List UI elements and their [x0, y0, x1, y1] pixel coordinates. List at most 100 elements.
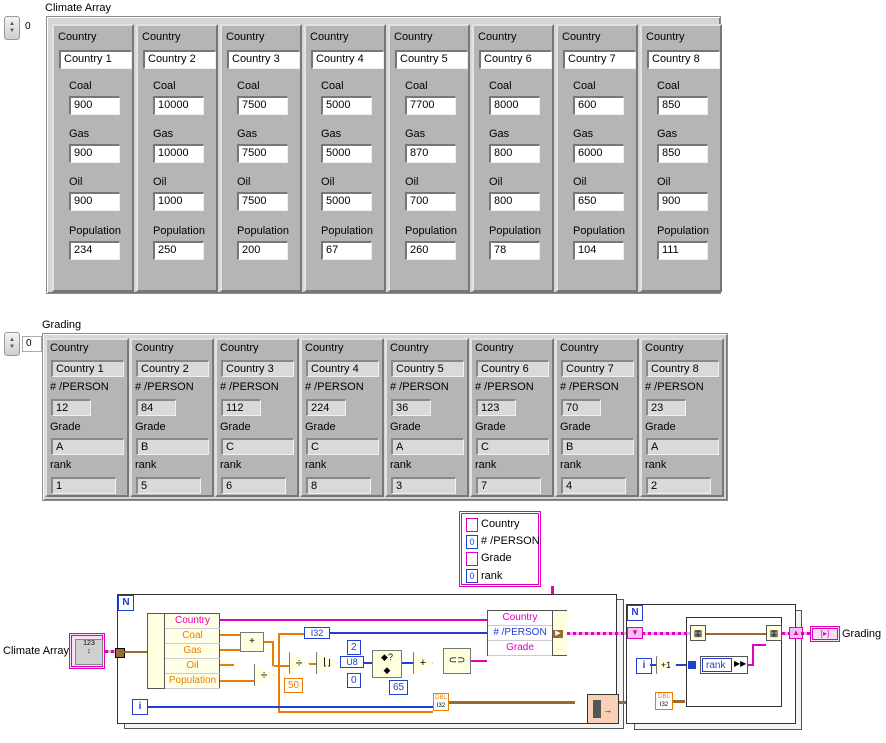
population-field[interactable]: 250: [153, 241, 204, 260]
replace-array-node[interactable]: ▦: [766, 625, 782, 641]
to-char-node[interactable]: ⊂⊃: [443, 648, 471, 674]
grade-indicator: C: [306, 438, 379, 455]
gas-field[interactable]: 5000: [321, 144, 372, 163]
index-value[interactable]: 0: [22, 20, 42, 36]
const-2[interactable]: 2: [347, 640, 361, 655]
cluster-constant-grade: Grade: [481, 552, 512, 564]
iteration-terminal[interactable]: i: [132, 699, 148, 715]
country-field[interactable]: Country 6: [479, 50, 552, 69]
bundle-rank-node[interactable]: rank ▶▶: [700, 656, 748, 674]
population-field[interactable]: 78: [489, 241, 540, 260]
country-label: Country: [220, 342, 259, 354]
population-label: Population: [489, 225, 541, 237]
index-spinner[interactable]: ▲ ▼: [4, 16, 20, 40]
gas-field[interactable]: 800: [489, 144, 540, 163]
grade-indicator: C: [221, 438, 294, 455]
population-field[interactable]: 200: [237, 241, 288, 260]
oil-label: Oil: [405, 176, 419, 188]
coal-field[interactable]: 850: [657, 96, 708, 115]
oil-field[interactable]: 900: [69, 192, 120, 211]
rank-indicator: 7: [476, 477, 541, 494]
coal-field[interactable]: 7700: [405, 96, 456, 115]
country-field[interactable]: Country 4: [311, 50, 384, 69]
coal-field[interactable]: 7500: [237, 96, 288, 115]
coal-field[interactable]: 10000: [153, 96, 204, 115]
population-label: Population: [657, 225, 709, 237]
grading-terminal[interactable]: [▸]: [810, 626, 840, 642]
gas-field[interactable]: 900: [69, 144, 120, 163]
rank-indicator: 6: [221, 477, 286, 494]
const-50[interactable]: 50: [284, 678, 304, 693]
per-person-wire: [330, 632, 487, 634]
unbundle-field: Gas: [165, 644, 220, 659]
population-label: Population: [321, 225, 373, 237]
grading-label: Grading: [42, 319, 82, 331]
country-field[interactable]: Country 7: [563, 50, 636, 69]
grade-label: Grade: [560, 421, 591, 433]
oil-field[interactable]: 5000: [321, 192, 372, 211]
population-field[interactable]: 260: [405, 241, 456, 260]
cluster-constant[interactable]: Country 0 # /PERSON Grade 0 rank: [459, 511, 541, 587]
gas-field[interactable]: 850: [657, 144, 708, 163]
grading-cluster: Country Country 4 # /PERSON 224 Grade Crank 8: [300, 338, 384, 497]
population-field[interactable]: 111: [657, 241, 708, 260]
wire: [642, 632, 690, 635]
oil-field[interactable]: 700: [405, 192, 456, 211]
country-label: Country: [58, 31, 97, 43]
to-dbl-node-1[interactable]: DBL I32: [433, 693, 449, 711]
to-dbl-node-2[interactable]: DBL I32: [655, 692, 673, 710]
grading-cluster: Country Country 5 # /PERSON 36 Grade Arank 3: [385, 338, 469, 497]
grading-terminal-label: Grading: [842, 628, 882, 640]
wire: [673, 700, 685, 703]
compound-add-node[interactable]: +: [240, 632, 264, 652]
in-range-coerce-node[interactable]: ◆? ◆: [372, 650, 402, 678]
wire: [274, 665, 289, 667]
population-field[interactable]: 234: [69, 241, 120, 260]
coal-field[interactable]: 600: [573, 96, 624, 115]
country-field[interactable]: Country 5: [395, 50, 468, 69]
per-person-label: # /PERSON: [305, 381, 364, 393]
oil-field[interactable]: 800: [489, 192, 540, 211]
country-field[interactable]: Country 8: [647, 50, 720, 69]
unbundle-by-name[interactable]: Country Coal Gas Oil Population: [147, 613, 220, 689]
loop-count-terminal[interactable]: N: [118, 595, 134, 611]
climate-array-index[interactable]: ▲ ▼ 0: [4, 16, 42, 40]
oil-field[interactable]: 650: [573, 192, 624, 211]
grading-cluster: Country Country 2 # /PERSON 84 Grade Brank 5: [130, 338, 214, 497]
to-u8-node[interactable]: U8: [340, 656, 364, 668]
country-indicator: Country 1: [51, 360, 124, 377]
country-field[interactable]: Country 1: [59, 50, 132, 69]
loop-count-terminal[interactable]: N: [627, 605, 643, 621]
const-65[interactable]: 65: [389, 680, 409, 695]
gas-field[interactable]: 870: [405, 144, 456, 163]
shift-register-left[interactable]: ▼: [627, 627, 643, 639]
index-array-node[interactable]: ▦: [690, 625, 706, 641]
country-field[interactable]: Country 3: [227, 50, 300, 69]
population-wire: [220, 680, 254, 682]
index-spinner[interactable]: ▲ ▼: [4, 332, 20, 356]
climate-cluster: Country Country 7 Coal 600 Gas 6000 Oil 650 Popu…: [556, 24, 638, 292]
index-value[interactable]: 0: [22, 336, 42, 352]
gas-field[interactable]: 7500: [237, 144, 288, 163]
per-person-label: # /PERSON: [560, 381, 619, 393]
coal-field[interactable]: 900: [69, 96, 120, 115]
gas-field[interactable]: 6000: [573, 144, 624, 163]
oil-field[interactable]: 1000: [153, 192, 204, 211]
to-i32-node[interactable]: I32: [304, 627, 330, 639]
country-label: Country: [226, 31, 265, 43]
oil-field[interactable]: 900: [657, 192, 708, 211]
grading-index[interactable]: ▲ ▼ 0: [4, 332, 42, 356]
sort-array-node[interactable]: →: [587, 694, 619, 724]
country-field[interactable]: Country 2: [143, 50, 216, 69]
climate-array-terminal[interactable]: 123 ↕: [69, 633, 105, 669]
iteration-terminal[interactable]: i: [636, 658, 652, 674]
coal-field[interactable]: 5000: [321, 96, 372, 115]
oil-field[interactable]: 7500: [237, 192, 288, 211]
population-field[interactable]: 67: [321, 241, 372, 260]
gas-field[interactable]: 10000: [153, 144, 204, 163]
population-field[interactable]: 104: [573, 241, 624, 260]
coal-field[interactable]: 8000: [489, 96, 540, 115]
const-0[interactable]: 0: [347, 673, 361, 688]
coal-label: Coal: [657, 80, 680, 92]
per-person-indicator: 123: [476, 399, 516, 416]
